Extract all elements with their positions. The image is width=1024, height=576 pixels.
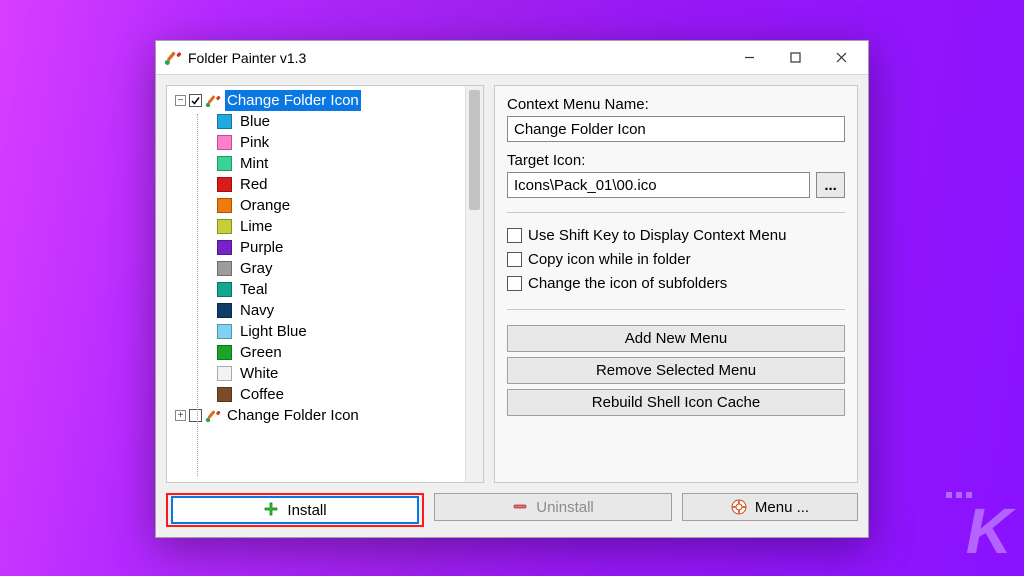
color-swatch-icon [217, 114, 232, 129]
lifebuoy-icon [731, 499, 747, 515]
tree-item[interactable]: Purple [171, 237, 465, 258]
tree-item[interactable]: Green [171, 342, 465, 363]
minimize-button[interactable] [726, 43, 772, 73]
color-swatch-icon [217, 156, 232, 171]
install-highlight: Install [166, 493, 424, 527]
tree-item[interactable]: Orange [171, 195, 465, 216]
tree-item[interactable]: Navy [171, 300, 465, 321]
tree-guide-line [197, 114, 198, 476]
tree-scrollbar[interactable] [465, 86, 483, 482]
paintbrush-icon [205, 93, 221, 109]
close-button[interactable] [818, 43, 864, 73]
tree-item[interactable]: Teal [171, 279, 465, 300]
opt-sub-checkbox[interactable] [507, 276, 522, 291]
tree-item[interactable]: Mint [171, 153, 465, 174]
app-window: Folder Painter v1.3 − [155, 40, 869, 538]
remove-selected-menu-button[interactable]: Remove Selected Menu [507, 357, 845, 384]
scrollbar-thumb[interactable] [469, 90, 480, 210]
uninstall-label: Uninstall [536, 499, 594, 516]
color-swatch-icon [217, 366, 232, 381]
color-swatch-icon [217, 261, 232, 276]
tree-item-label: Blue [238, 111, 272, 132]
expander-plus-icon[interactable]: + [175, 410, 186, 421]
color-swatch-icon [217, 135, 232, 150]
app-icon [164, 49, 182, 67]
settings-panel: Context Menu Name: Target Icon: ... Use … [494, 85, 858, 483]
minus-icon [512, 499, 528, 515]
watermark: K [966, 494, 1010, 568]
divider [507, 212, 845, 213]
tree-item[interactable]: Coffee [171, 384, 465, 405]
plus-icon [263, 502, 279, 518]
tree-item-label: Green [238, 342, 284, 363]
tree-item-label: White [238, 363, 280, 384]
opt-shift-row[interactable]: Use Shift Key to Display Context Menu [507, 223, 845, 247]
target-icon-label: Target Icon: [507, 152, 845, 169]
client-area: − Change Folder Icon BluePinkMintRedOran… [156, 75, 868, 537]
install-label: Install [287, 502, 326, 519]
maximize-button[interactable] [772, 43, 818, 73]
tree-root-2-checkbox[interactable] [189, 409, 202, 422]
tree-item-label: Teal [238, 279, 270, 300]
opt-shift-label: Use Shift Key to Display Context Menu [528, 227, 786, 244]
tree-item[interactable]: Red [171, 174, 465, 195]
window-title: Folder Painter v1.3 [188, 50, 726, 66]
color-swatch-icon [217, 345, 232, 360]
color-swatch-icon [217, 240, 232, 255]
color-swatch-icon [217, 303, 232, 318]
tree-item-label: Pink [238, 132, 271, 153]
opt-copy-checkbox[interactable] [507, 252, 522, 267]
browse-button[interactable]: ... [816, 172, 845, 198]
menu-label: Menu ... [755, 499, 809, 516]
tree-item-label: Purple [238, 237, 285, 258]
expander-minus-icon[interactable]: − [175, 95, 186, 106]
divider [507, 309, 845, 310]
opt-copy-row[interactable]: Copy icon while in folder [507, 247, 845, 271]
opt-sub-row[interactable]: Change the icon of subfolders [507, 271, 845, 295]
paintbrush-icon [205, 408, 221, 424]
bottom-bar: Install Uninstall Menu ... [166, 493, 858, 527]
opt-sub-label: Change the icon of subfolders [528, 275, 727, 292]
tree-item-label: Coffee [238, 384, 286, 405]
color-swatch-icon [217, 219, 232, 234]
tree-root-2[interactable]: + Change Folder Icon [171, 405, 465, 426]
tree-item-label: Navy [238, 300, 276, 321]
target-icon-input[interactable] [507, 172, 810, 198]
opt-shift-checkbox[interactable] [507, 228, 522, 243]
tree-panel: − Change Folder Icon BluePinkMintRedOran… [166, 85, 484, 483]
context-menu-name-input[interactable] [507, 116, 845, 142]
panes: − Change Folder Icon BluePinkMintRedOran… [166, 85, 858, 483]
tree-root-1-label: Change Folder Icon [225, 90, 361, 111]
tree-item[interactable]: Lime [171, 216, 465, 237]
menu-button[interactable]: Menu ... [682, 493, 858, 521]
tree-root-1[interactable]: − Change Folder Icon [171, 90, 465, 111]
tree-item-label: Orange [238, 195, 292, 216]
install-button[interactable]: Install [171, 496, 419, 524]
color-swatch-icon [217, 324, 232, 339]
color-swatch-icon [217, 387, 232, 402]
tree-root-1-checkbox[interactable] [189, 94, 202, 107]
tree-item-label: Light Blue [238, 321, 309, 342]
context-menu-name-label: Context Menu Name: [507, 96, 845, 113]
add-new-menu-button[interactable]: Add New Menu [507, 325, 845, 352]
tree-item-label: Lime [238, 216, 275, 237]
rebuild-cache-button[interactable]: Rebuild Shell Icon Cache [507, 389, 845, 416]
tree-item[interactable]: Light Blue [171, 321, 465, 342]
tree-item[interactable]: White [171, 363, 465, 384]
color-swatch-icon [217, 282, 232, 297]
tree-item[interactable]: Gray [171, 258, 465, 279]
color-swatch-icon [217, 198, 232, 213]
tree-item-label: Red [238, 174, 270, 195]
uninstall-button[interactable]: Uninstall [434, 493, 672, 521]
opt-copy-label: Copy icon while in folder [528, 251, 691, 268]
tree-item[interactable]: Blue [171, 111, 465, 132]
tree-root-2-label: Change Folder Icon [225, 405, 361, 426]
color-tree[interactable]: − Change Folder Icon BluePinkMintRedOran… [167, 86, 465, 482]
tree-item-label: Gray [238, 258, 275, 279]
tree-item-label: Mint [238, 153, 270, 174]
color-swatch-icon [217, 177, 232, 192]
tree-item[interactable]: Pink [171, 132, 465, 153]
titlebar[interactable]: Folder Painter v1.3 [156, 41, 868, 75]
